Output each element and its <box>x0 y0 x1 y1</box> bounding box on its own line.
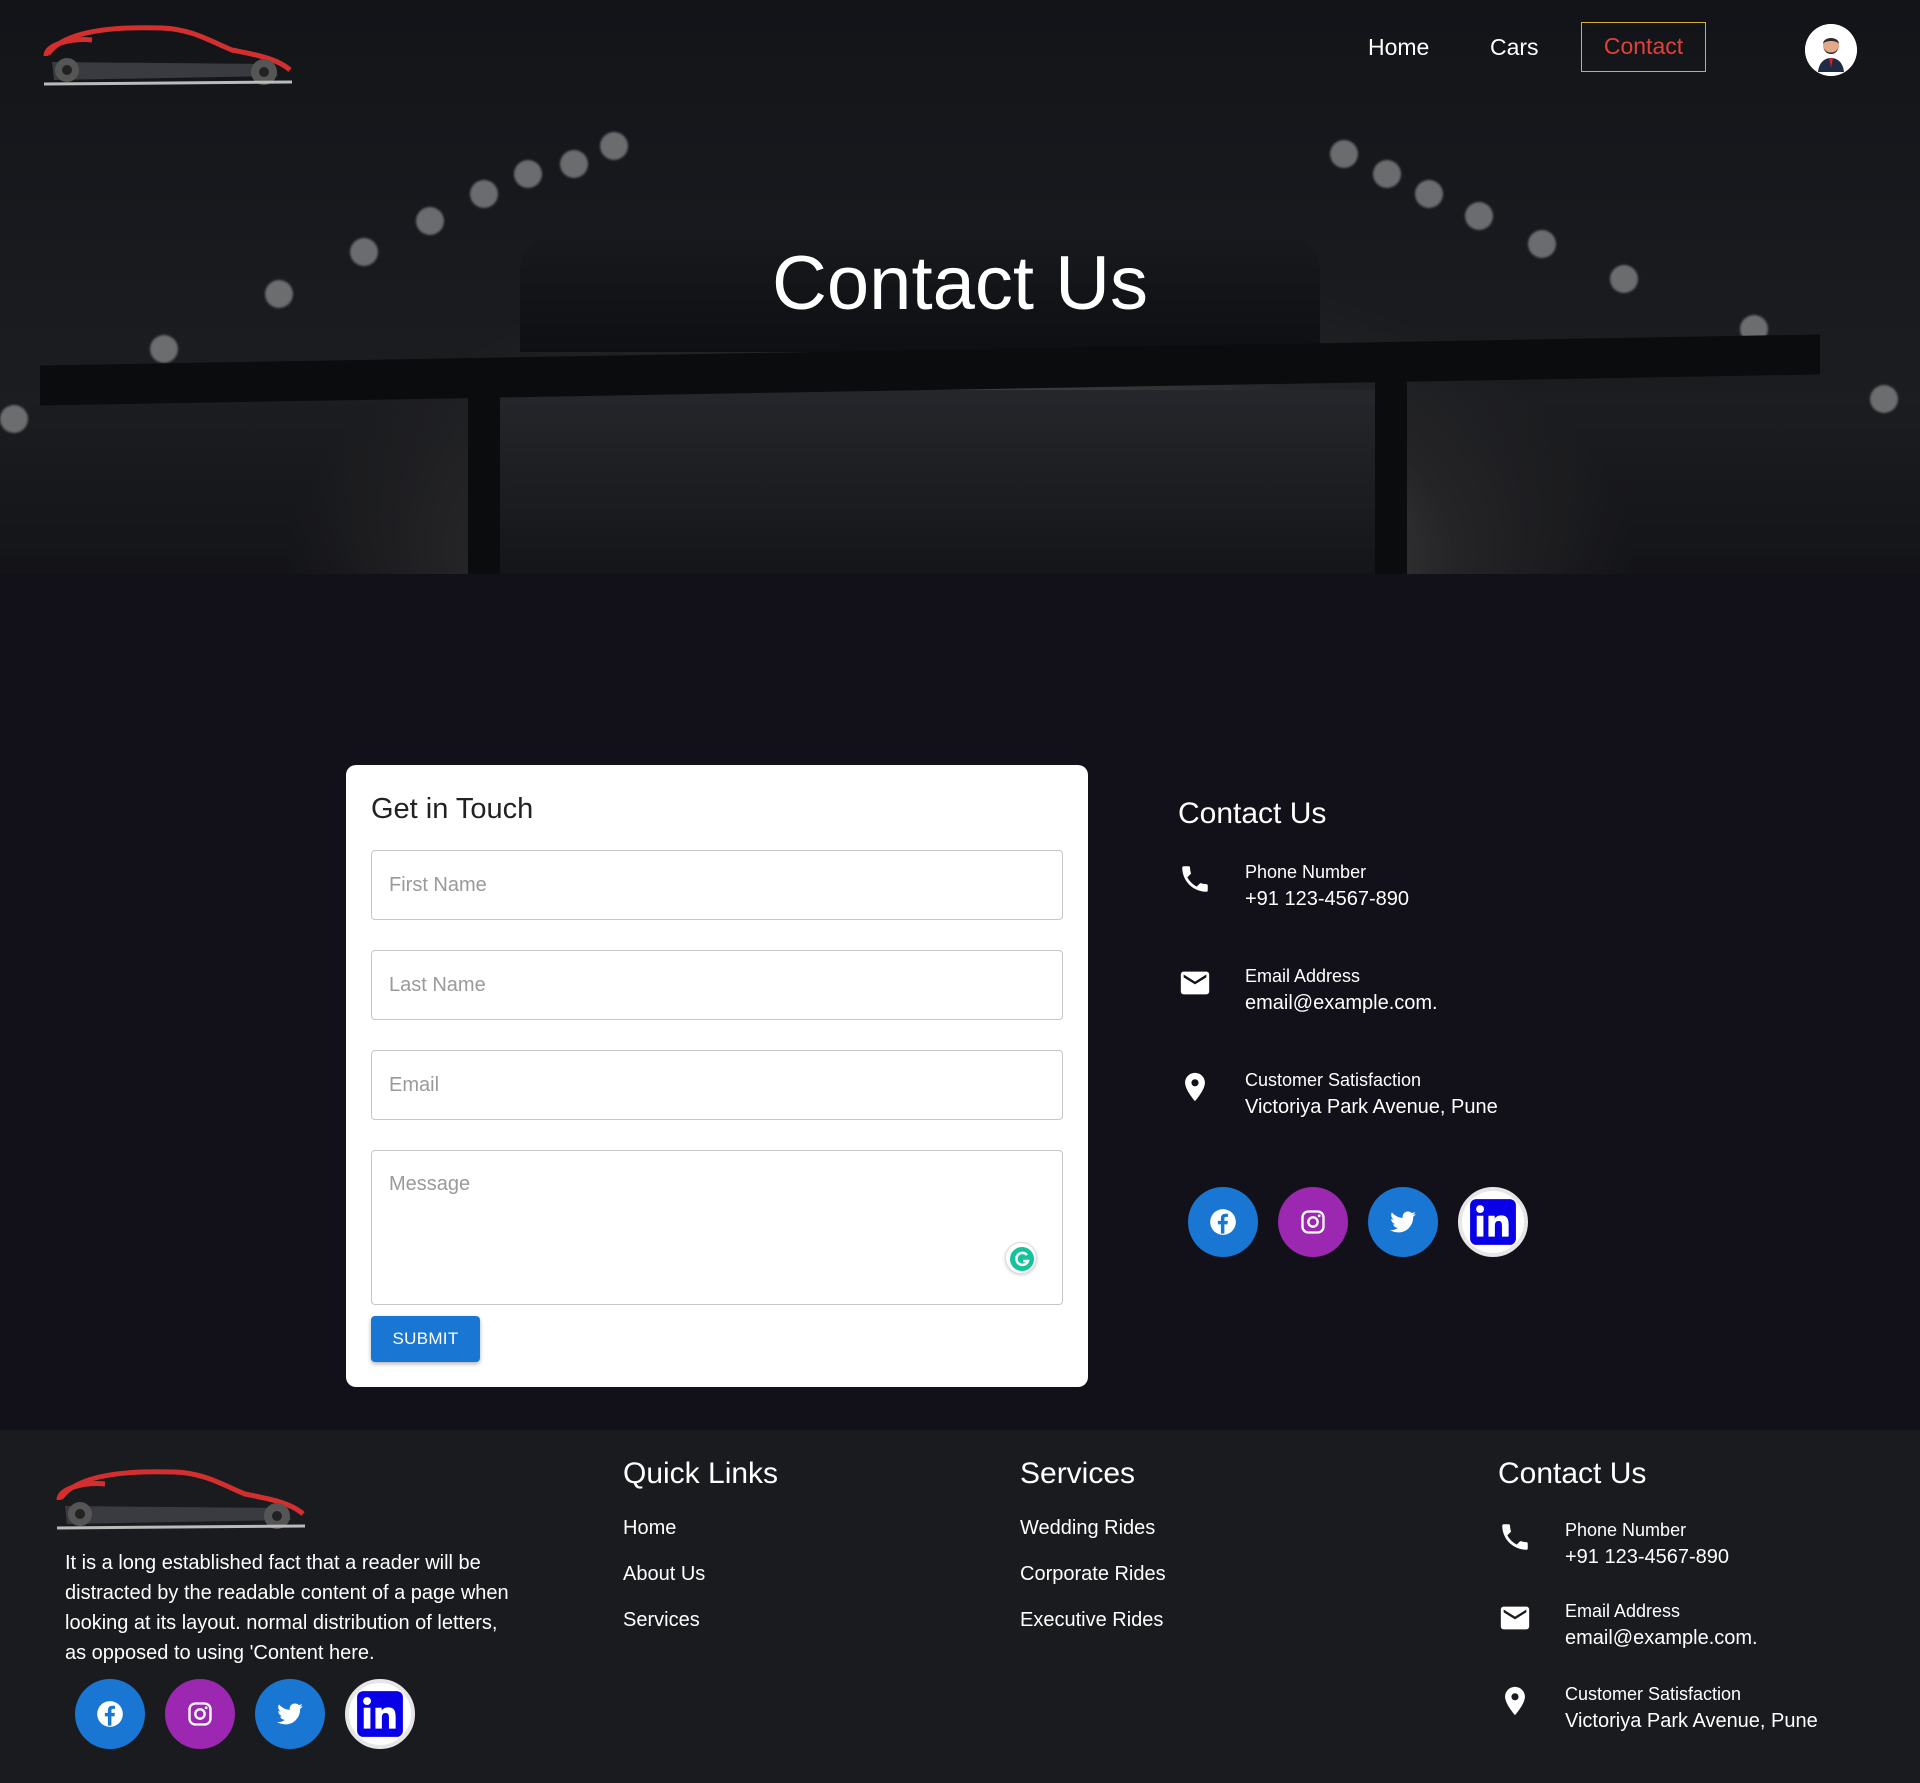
facebook-icon <box>97 1701 123 1727</box>
phone-icon <box>1182 866 1208 892</box>
email-label: Email Address <box>1245 966 1361 986</box>
footer-phone-info: Phone Number +91 123-4567-890 <box>1498 1520 1898 1576</box>
address-info: Customer Satisfaction Victoriya Park Ave… <box>1178 1070 1578 1126</box>
footer-email-label: Email Address <box>1565 1601 1681 1621</box>
message-textarea[interactable] <box>371 1150 1063 1305</box>
footer-address-info: Customer Satisfaction Victoriya Park Ave… <box>1498 1684 1898 1740</box>
first-name-input[interactable] <box>371 850 1063 920</box>
facebook-icon <box>1210 1209 1236 1235</box>
footer-email-value: email@example.com. <box>1565 1627 1758 1649</box>
twitter-icon <box>277 1703 303 1725</box>
nav-contact[interactable]: Contact <box>1581 22 1706 72</box>
hero-banner: Home Cars Contact Contact Us <box>0 0 1920 574</box>
footer-phone-label: Phone Number <box>1565 1520 1687 1540</box>
footer-about-text: It is a long established fact that a rea… <box>65 1552 509 1664</box>
footer-service-executive[interactable]: Executive Rides <box>1020 1609 1163 1632</box>
footer-instagram-button[interactable] <box>165 1679 235 1749</box>
page-title: Contact Us <box>772 241 1148 326</box>
contact-title: Contact Us <box>1178 797 1327 830</box>
footer-service-wedding[interactable]: Wedding Rides <box>1020 1517 1155 1540</box>
footer-contact-title: Contact Us <box>1498 1457 1647 1490</box>
grammarly-g-icon <box>1010 1247 1034 1271</box>
nav-home[interactable]: Home <box>1368 34 1429 61</box>
twitter-button[interactable] <box>1368 1187 1438 1257</box>
mail-icon <box>1180 971 1210 995</box>
instagram-icon <box>188 1702 212 1726</box>
footer-address-value: Victoriya Park Avenue, Pune <box>1565 1710 1818 1732</box>
footer-address-label: Customer Satisfaction <box>1565 1684 1742 1704</box>
linkedin-icon <box>1470 1199 1516 1245</box>
submit-button[interactable]: SUBMIT <box>371 1316 480 1362</box>
address-label: Customer Satisfaction <box>1245 1070 1422 1090</box>
footer-link-services[interactable]: Services <box>623 1609 700 1632</box>
linkedin-button[interactable] <box>1458 1187 1528 1257</box>
phone-value: +91 123-4567-890 <box>1245 888 1410 910</box>
footer-twitter-button[interactable] <box>255 1679 325 1749</box>
footer-brand-logo[interactable] <box>55 1458 307 1532</box>
footer-quick-links-title: Quick Links <box>623 1457 779 1490</box>
contact-form: Get in Touch SUBMIT <box>346 765 1088 1387</box>
last-name-input[interactable] <box>371 950 1063 1020</box>
address-value: Victoriya Park Avenue, Pune <box>1245 1096 1498 1118</box>
phone-info: Phone Number +91 123-4567-890 <box>1178 862 1578 918</box>
email-value: email@example.com. <box>1245 992 1438 1014</box>
email-input[interactable] <box>371 1050 1063 1120</box>
email-info: Email Address email@example.com. <box>1178 966 1578 1022</box>
footer-facebook-button[interactable] <box>75 1679 145 1749</box>
instagram-button[interactable] <box>1278 1187 1348 1257</box>
phone-label: Phone Number <box>1245 862 1367 882</box>
footer-linkedin-button[interactable] <box>345 1679 415 1749</box>
footer-link-home[interactable]: Home <box>623 1517 676 1540</box>
facebook-button[interactable] <box>1188 1187 1258 1257</box>
footer-services-title: Services <box>1020 1457 1136 1490</box>
brand-logo[interactable] <box>42 14 294 88</box>
grammarly-icon[interactable] <box>1005 1242 1037 1274</box>
form-title: Get in Touch <box>371 793 534 825</box>
footer-link-about[interactable]: About Us <box>623 1563 705 1586</box>
nav-cars[interactable]: Cars <box>1490 34 1539 61</box>
linkedin-icon <box>357 1691 403 1737</box>
footer-phone-value: +91 123-4567-890 <box>1565 1546 1730 1568</box>
location-pin-icon <box>1185 1072 1205 1102</box>
twitter-icon <box>1390 1211 1416 1233</box>
footer-email-info: Email Address email@example.com. <box>1498 1601 1898 1657</box>
footer-service-corporate[interactable]: Corporate Rides <box>1020 1563 1166 1586</box>
location-pin-icon <box>1505 1686 1525 1716</box>
instagram-icon <box>1301 1210 1325 1234</box>
user-avatar[interactable] <box>1805 24 1857 76</box>
mail-icon <box>1500 1606 1530 1630</box>
phone-icon <box>1502 1524 1528 1550</box>
user-avatar-icon <box>1805 24 1857 76</box>
